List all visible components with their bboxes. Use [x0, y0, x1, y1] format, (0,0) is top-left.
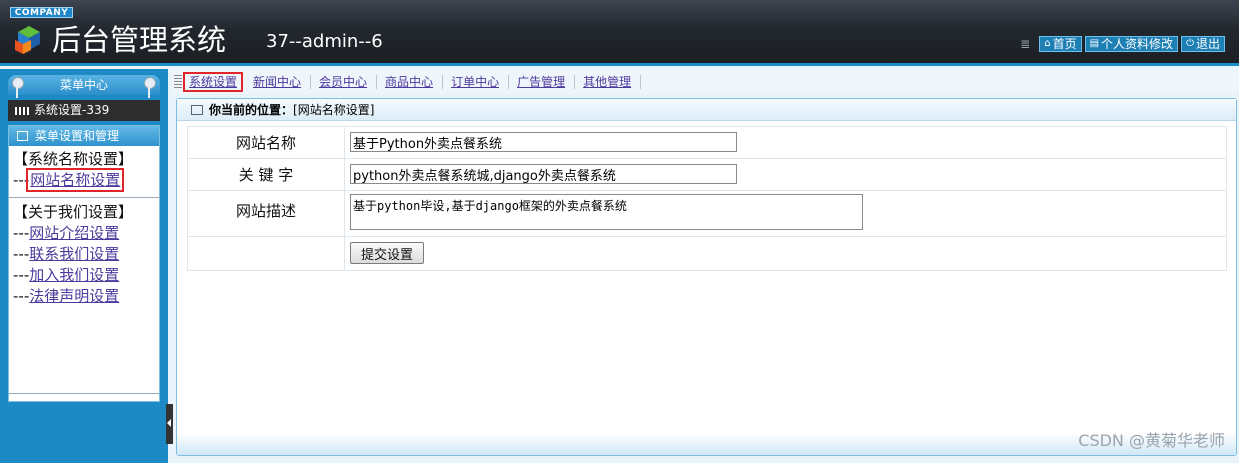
menu-icon: [17, 131, 28, 141]
menu-box-footer: [9, 393, 159, 401]
keywords-input[interactable]: [350, 164, 737, 184]
menu-group-about-us: 【关于我们设置】 ---网站介绍设置 ---联系我们设置 ---加入我们设置 -…: [9, 202, 159, 307]
home-label: 首页: [1052, 37, 1077, 51]
logout-button[interactable]: ⏻ 退出: [1181, 36, 1225, 52]
menu-item-site-intro: ---网站介绍设置: [13, 223, 159, 244]
menu-link-site-intro[interactable]: 网站介绍设置: [29, 224, 119, 242]
power-icon: ⏻: [1186, 38, 1194, 49]
tab-system-settings[interactable]: 系统设置: [182, 71, 244, 92]
menu-center-label: 菜单中心: [59, 78, 108, 92]
menu-link-join[interactable]: 加入我们设置: [29, 266, 119, 284]
tab-orders[interactable]: 订单中心: [443, 74, 510, 89]
site-name-input[interactable]: [350, 132, 737, 152]
watermark: CSDN @黄菊华老师: [1078, 431, 1225, 450]
tab-news[interactable]: 新闻中心: [245, 74, 312, 89]
profile-label: 个人资料修改: [1101, 37, 1174, 51]
breadcrumb: 你当前的位置：[网站名称设置]: [177, 99, 1236, 121]
main-nav-tabs: 系统设置 新闻中心 会员中心 商品中心 订单中心 广告管理 其他管理: [172, 69, 1239, 94]
document-icon: ▤: [1089, 38, 1100, 49]
menu-box: 菜单设置和管理 【系统名称设置】 ---网站名称设置 【关于我们设置】 ---网…: [8, 125, 160, 402]
form-row: 提交设置: [188, 237, 1226, 270]
left-sidebar: 菜单中心 系统设置-339 菜单设置和管理 【系统名称设置】 ---网站名称设置…: [0, 69, 168, 463]
top-header: COMPANY 后台管理系统 37--admin--6 ≣ ⌂ 首页 ▤ 个人资…: [0, 0, 1239, 66]
system-title: 后台管理系统: [52, 23, 227, 57]
page-icon: [191, 105, 203, 115]
header-actions: ≣ ⌂ 首页 ▤ 个人资料修改 ⏻ 退出: [1020, 36, 1225, 52]
logout-label: 退出: [1195, 37, 1220, 51]
menu-group-title: 【关于我们设置】: [13, 203, 134, 221]
menu-group-title: 【系统名称设置】: [13, 150, 134, 168]
menu-item-prefix: ---: [13, 287, 30, 305]
collapse-sidebar-handle[interactable]: [166, 404, 173, 444]
menu-link-legal[interactable]: 法律声明设置: [29, 287, 119, 305]
grid-icon: [15, 107, 29, 115]
user-info: 37--admin--6: [266, 31, 383, 52]
site-name-label: 网站名称: [188, 127, 345, 158]
tab-ads[interactable]: 广告管理: [509, 74, 576, 89]
breadcrumb-label: 你当前的位置：: [209, 103, 294, 117]
menu-group-system-name: 【系统名称设置】 ---网站名称设置: [8, 146, 160, 198]
menu-box-title: 菜单设置和管理: [9, 126, 159, 146]
home-icon: ⌂: [1044, 38, 1051, 49]
tab-members[interactable]: 会员中心: [311, 74, 378, 89]
tab-other[interactable]: 其他管理: [575, 74, 642, 89]
profile-button[interactable]: ▤ 个人资料修改: [1084, 36, 1179, 52]
menu-item-prefix: ---: [13, 171, 30, 189]
description-label: 网站描述: [188, 191, 345, 236]
home-button[interactable]: ⌂ 首页: [1039, 36, 1082, 52]
form-row: 网站名称: [188, 127, 1226, 159]
form-row: 网站描述 基于python毕设,基于django框架的外卖点餐系统: [188, 191, 1226, 237]
keywords-label: 关 键 字: [188, 159, 345, 190]
system-settings-bar[interactable]: 系统设置-339: [8, 100, 160, 121]
grip-icon: ≣: [1020, 37, 1031, 51]
menu-item-site-name: ---网站名称设置: [13, 168, 159, 192]
main-panel: 你当前的位置：[网站名称设置] 网站名称 关 键 字 网站描述 基于python…: [176, 98, 1237, 456]
empty-label: [188, 237, 345, 270]
company-badge: COMPANY: [10, 7, 73, 18]
pin-icon: [12, 77, 24, 98]
breadcrumb-value: [网站名称设置]: [293, 103, 375, 117]
menu-item-legal: ---法律声明设置: [13, 286, 159, 307]
menu-item-prefix: ---: [13, 245, 30, 263]
submit-button[interactable]: 提交设置: [350, 242, 425, 264]
system-settings-label: 系统设置-339: [34, 103, 110, 117]
pin-icon: [144, 77, 156, 98]
menu-center-header: 菜单中心: [8, 75, 160, 98]
cube-logo-icon: [15, 26, 40, 54]
menu-divider: [8, 197, 160, 198]
settings-form: 网站名称 关 键 字 网站描述 基于python毕设,基于django框架的外卖…: [187, 126, 1227, 271]
menu-link-contact[interactable]: 联系我们设置: [29, 245, 119, 263]
grip-icon: [174, 74, 182, 89]
menu-item-prefix: ---: [13, 224, 30, 242]
menu-item-join: ---加入我们设置: [13, 265, 159, 286]
form-row: 关 键 字: [188, 159, 1226, 191]
tab-products[interactable]: 商品中心: [377, 74, 444, 89]
menu-item-prefix: ---: [13, 266, 30, 284]
description-textarea[interactable]: 基于python毕设,基于django框架的外卖点餐系统: [350, 194, 863, 230]
menu-link-site-name[interactable]: 网站名称设置: [26, 168, 125, 192]
menu-box-label: 菜单设置和管理: [35, 129, 120, 143]
menu-item-contact: ---联系我们设置: [13, 244, 159, 265]
